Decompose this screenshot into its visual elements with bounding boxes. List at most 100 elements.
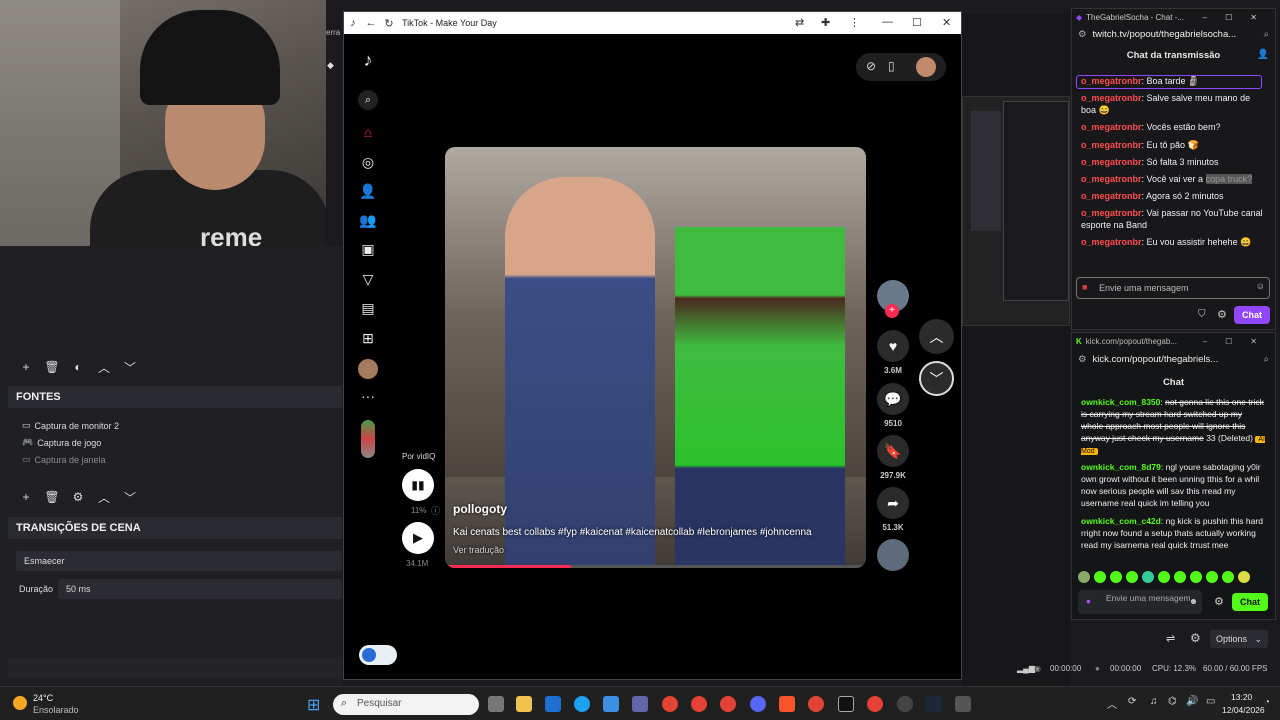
source-item[interactable]: ▭ Captura de monitor 2 xyxy=(22,420,119,431)
following-icon[interactable]: 👤 xyxy=(358,183,378,203)
chrome-icon[interactable] xyxy=(867,696,883,712)
save-action[interactable]: 🔖 297.9K xyxy=(877,435,909,480)
emote-icon[interactable] xyxy=(1238,571,1250,583)
notifications-icon[interactable]: ◔ xyxy=(1264,697,1270,708)
twitch-chat-button[interactable]: Chat xyxy=(1234,306,1270,324)
account-avatar[interactable] xyxy=(916,57,936,77)
clock-time[interactable]: 13:20 xyxy=(1231,692,1252,702)
profile-avatar[interactable] xyxy=(358,359,378,379)
video-player[interactable]: pollogoty Kai cenats best collabs #fyp #… xyxy=(445,147,866,568)
emote-icon[interactable] xyxy=(1206,571,1218,583)
close-icon[interactable]: ✕ xyxy=(942,16,951,29)
gear-icon[interactable]: ⚙ xyxy=(1214,595,1224,608)
translate-icon[interactable]: ⇄ xyxy=(795,16,804,29)
chat-username[interactable]: o_megatronbr xyxy=(1081,191,1142,201)
minimize-icon[interactable]: — xyxy=(882,16,893,28)
volume-icon[interactable]: 🔊 xyxy=(1186,696,1198,707)
chat-username[interactable]: o_megatronbr xyxy=(1081,122,1142,132)
creator-avatar-action[interactable]: + xyxy=(877,280,909,326)
window-controls[interactable]: –☐✕ xyxy=(1203,337,1275,346)
edge-icon[interactable] xyxy=(574,696,590,712)
outlook-icon[interactable] xyxy=(545,696,561,712)
chat-username[interactable]: o_megatronbr xyxy=(1081,237,1142,247)
emote-icon[interactable] xyxy=(1110,571,1122,583)
like-action[interactable]: ♥ 3.6M xyxy=(877,330,909,375)
emote-icon[interactable] xyxy=(1094,571,1106,583)
chat-username[interactable]: ownkick_com_8350 xyxy=(1081,397,1160,407)
search-icon[interactable]: ⌕ xyxy=(358,90,378,110)
chevron-up-icon[interactable]: ︿ xyxy=(96,359,112,375)
sync-icon[interactable]: ⟳ xyxy=(1128,696,1136,707)
follow-plus-icon[interactable]: + xyxy=(885,304,899,318)
chrome-icon[interactable] xyxy=(720,696,736,712)
kick-chat-button[interactable]: Chat xyxy=(1232,593,1268,611)
friends-icon[interactable]: 👥 xyxy=(358,212,378,232)
window-controls[interactable]: –☐✕ xyxy=(1203,13,1275,22)
emote-icon[interactable] xyxy=(1190,571,1202,583)
mic-icon[interactable]: ● xyxy=(1086,596,1091,606)
emote-icon[interactable] xyxy=(1126,571,1138,583)
chat-username[interactable]: o_megatronbr xyxy=(1081,208,1142,218)
upload-icon[interactable]: ⊞ xyxy=(358,330,378,350)
bookmark-icon[interactable]: 🔖 xyxy=(877,435,909,467)
site-info-icon[interactable]: ⚙ xyxy=(1078,29,1087,40)
gear-icon[interactable]: ⚙ xyxy=(1190,631,1201,645)
comment-action[interactable]: 💬 9510 xyxy=(877,383,909,428)
menu-icon[interactable]: ⋮ xyxy=(849,16,860,29)
see-translation-link[interactable]: Ver tradução xyxy=(453,545,504,555)
device-icon[interactable]: ▯ xyxy=(888,59,895,73)
emote-icon[interactable]: ☺ xyxy=(1256,281,1265,291)
comment-icon[interactable]: 💬 xyxy=(877,383,909,415)
mic-icon[interactable]: ♫ xyxy=(1150,696,1158,707)
home-icon[interactable]: ⌂ xyxy=(358,124,378,144)
chat-username[interactable]: o_megatronbr xyxy=(1081,140,1142,150)
activity-icon[interactable]: ▤ xyxy=(358,300,378,320)
video-author[interactable]: pollogoty xyxy=(453,502,507,516)
emote-icon[interactable] xyxy=(1158,571,1170,583)
chat-username[interactable]: o_megatronbr xyxy=(1081,93,1142,103)
vidiq-stats-button[interactable]: ▮▮ xyxy=(402,469,434,501)
weather-icon[interactable] xyxy=(13,696,27,710)
windows-start-icon[interactable]: ⊞ xyxy=(307,695,320,715)
video-progress[interactable] xyxy=(445,565,866,568)
emote-picker-icon[interactable]: ☻ xyxy=(1189,596,1198,606)
tiktok-icon[interactable] xyxy=(838,696,854,712)
maximize-icon[interactable]: ☐ xyxy=(912,16,922,29)
users-icon[interactable]: 👤 xyxy=(1257,49,1269,60)
chat-username[interactable]: o_megatronbr xyxy=(1081,174,1142,184)
chevron-up-icon[interactable]: ︿ xyxy=(96,489,112,505)
taskbar-search[interactable]: ⌕ Pesquisar xyxy=(333,694,479,715)
chevron-down-icon[interactable]: ﹀ xyxy=(122,359,138,375)
play-button[interactable]: ▶ xyxy=(402,522,434,554)
info-icon[interactable]: ⓘ xyxy=(431,504,440,517)
chrome-icon[interactable] xyxy=(808,696,824,712)
gear-icon[interactable]: ⚙ xyxy=(1217,308,1227,321)
discord-icon[interactable] xyxy=(750,696,766,712)
twitch-address-bar[interactable]: ⚙ twitch.tv/popout/thegabrielsocha... ⌕ xyxy=(1072,25,1275,43)
store-icon[interactable] xyxy=(603,696,619,712)
search-icon[interactable]: ⌕ xyxy=(1264,29,1269,40)
emote-icon[interactable] xyxy=(1174,571,1186,583)
reload-icon[interactable]: ↻ xyxy=(380,17,398,30)
brave-icon[interactable] xyxy=(779,696,795,712)
steam-icon[interactable] xyxy=(926,696,942,712)
prev-video-button[interactable]: ︿ xyxy=(919,319,954,354)
trash-icon[interactable]: 🗑 xyxy=(44,359,60,375)
live-icon[interactable]: ▣ xyxy=(358,241,378,261)
emote-icon[interactable] xyxy=(1142,571,1154,583)
network-icon[interactable]: ⌬ xyxy=(1168,696,1177,707)
teams-icon[interactable] xyxy=(632,696,648,712)
options-dropdown[interactable]: Options ⌄ xyxy=(1210,630,1268,648)
following-avatars[interactable] xyxy=(361,420,375,458)
app-icon[interactable] xyxy=(955,696,971,712)
file-explorer-icon[interactable] xyxy=(516,696,532,712)
chevron-up-icon[interactable]: ︿ xyxy=(1107,696,1117,711)
transition-select[interactable]: Esmaecer xyxy=(16,551,342,571)
task-view-icon[interactable] xyxy=(488,696,504,712)
site-info-icon[interactable]: ⚙ xyxy=(1078,354,1087,365)
kick-address-bar[interactable]: ⚙ kick.com/popout/thegabriels... ⌕ xyxy=(1072,349,1275,369)
sound-disc[interactable] xyxy=(877,539,909,571)
shield-icon[interactable]: ⛉ xyxy=(1198,309,1206,320)
mixer-icon[interactable]: ⇌ xyxy=(1166,632,1175,645)
trash-icon[interactable]: 🗑 xyxy=(44,489,60,505)
